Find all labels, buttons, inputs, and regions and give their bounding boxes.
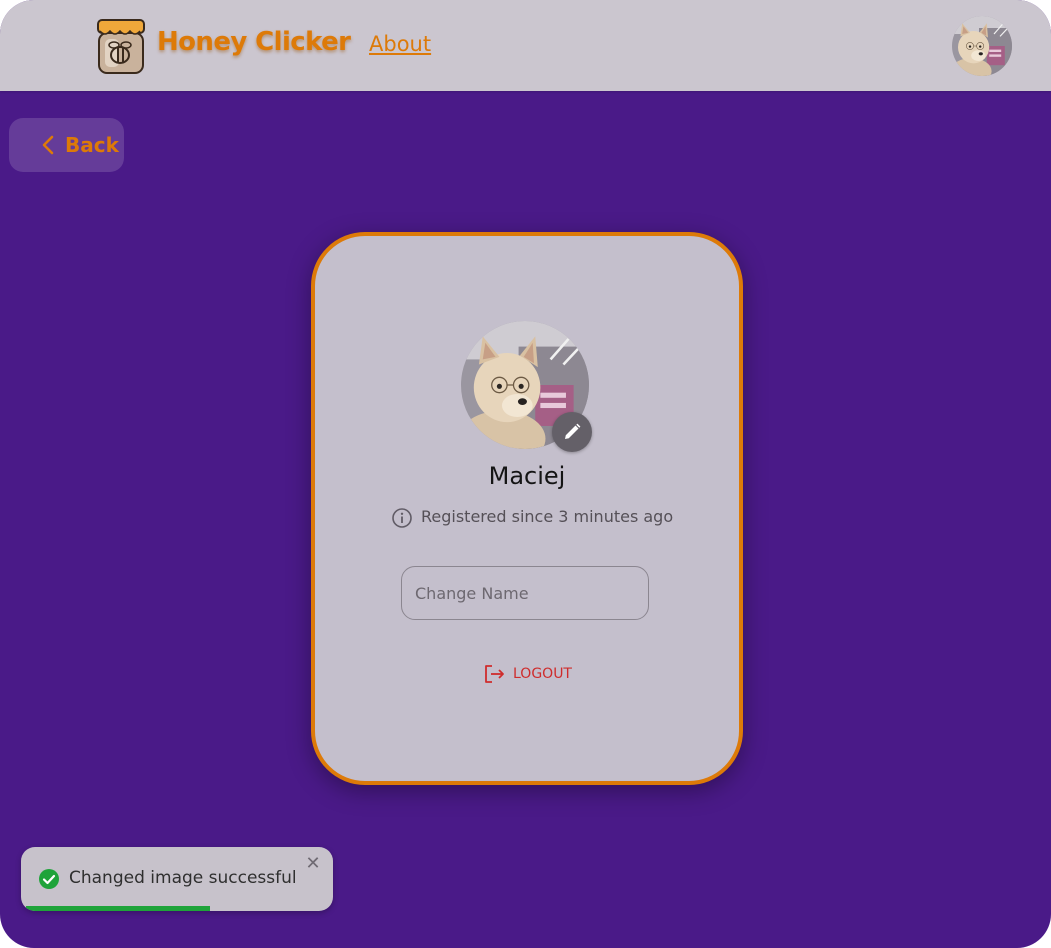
- honey-jar-icon[interactable]: [93, 17, 147, 75]
- change-name-input[interactable]: [401, 566, 649, 620]
- edit-avatar-button[interactable]: [552, 412, 592, 452]
- toast-progress-fill: [26, 906, 210, 911]
- profile-username: Maciej: [488, 462, 566, 490]
- back-label: Back: [65, 133, 119, 157]
- success-toast: Changed image successful ✕: [21, 847, 333, 911]
- pencil-icon: [565, 423, 581, 439]
- chevron-left-icon: [42, 135, 54, 155]
- profile-card: Maciej Registered since 3 minutes ago LO…: [311, 232, 743, 785]
- toast-message: Changed image successful: [69, 868, 297, 888]
- top-header: Honey Clicker About: [0, 0, 1051, 91]
- registration-info: Registered since 3 minutes ago: [391, 505, 691, 529]
- close-icon[interactable]: ✕: [305, 855, 321, 873]
- logout-label: LOGOUT: [513, 666, 572, 682]
- app-frame: Honey Clicker About Back Maciej Register…: [0, 0, 1051, 948]
- user-avatar[interactable]: [952, 16, 1012, 76]
- brand-title[interactable]: Honey Clicker: [157, 27, 351, 57]
- registration-text: Registered since 3 minutes ago: [421, 507, 674, 526]
- back-button[interactable]: Back: [9, 118, 124, 172]
- toast-progress: [21, 906, 333, 911]
- logout-icon: [485, 665, 504, 683]
- about-link[interactable]: About: [369, 32, 431, 56]
- info-icon: [392, 508, 412, 528]
- logout-button[interactable]: LOGOUT: [482, 662, 582, 686]
- check-circle-icon: [39, 869, 59, 889]
